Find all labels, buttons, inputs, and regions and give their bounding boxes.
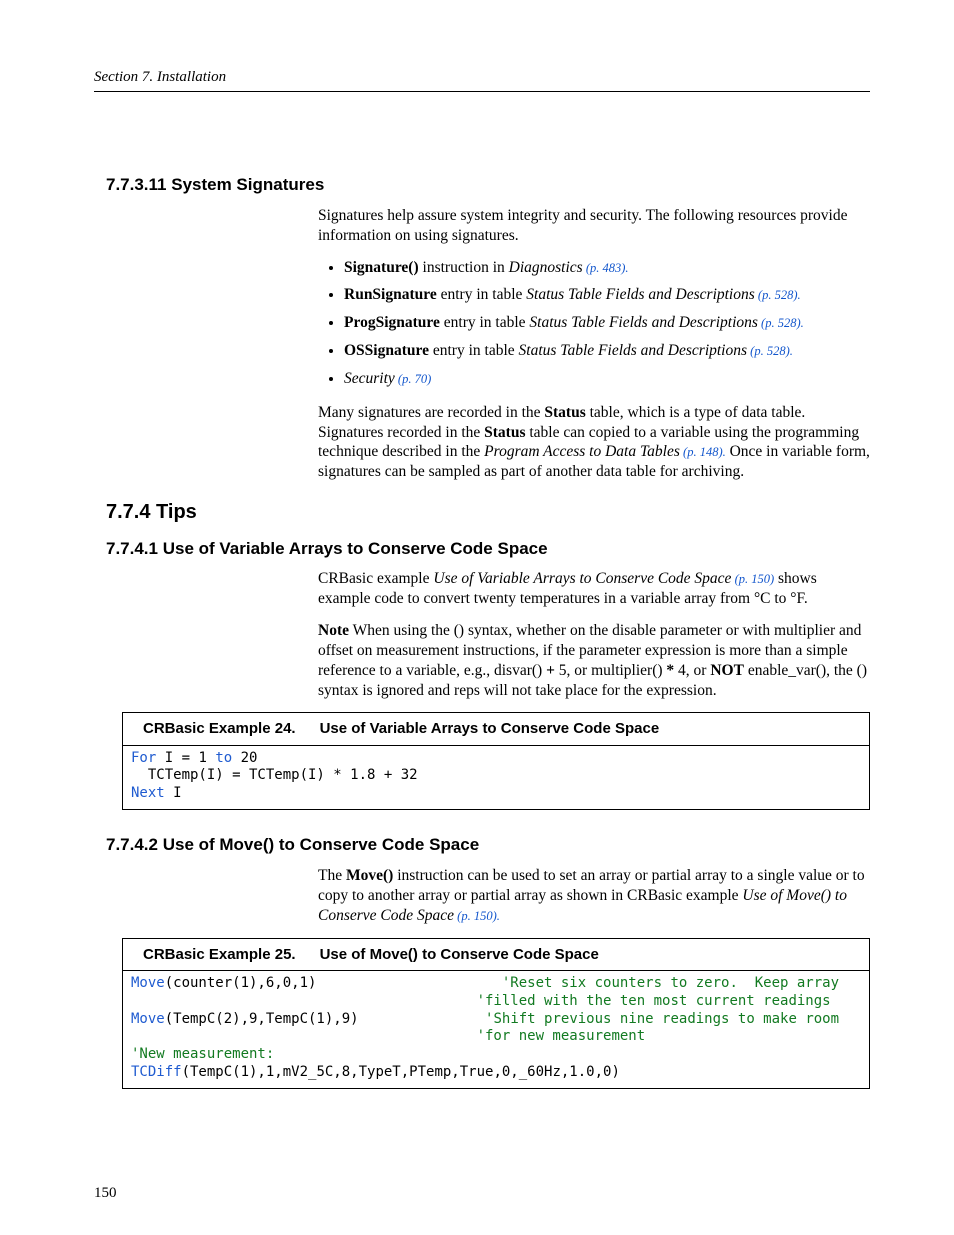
page-ref-link[interactable]: (p. 150).: [454, 909, 500, 923]
example25-titlebar: CRBasic Example 25. Use of Move() to Cons…: [123, 939, 869, 971]
var-arr-note: Note When using the () syntax, whether o…: [318, 621, 870, 700]
example24-titlebar: CRBasic Example 24. Use of Variable Array…: [123, 713, 869, 745]
sys-sig-after: Many signatures are recorded in the Stat…: [318, 403, 870, 482]
page-ref-link[interactable]: (p. 483).: [583, 261, 629, 275]
var-arr-p1: CRBasic example Use of Variable Arrays t…: [318, 569, 870, 609]
page-ref-link[interactable]: (p. 528).: [747, 344, 793, 358]
sys-sig-bullets: Signature() instruction in Diagnostics (…: [318, 258, 870, 389]
sys-sig-intro: Signatures help assure system integrity …: [318, 206, 870, 246]
bullet-security: Security (p. 70): [344, 369, 870, 389]
page-ref-link[interactable]: (p. 150): [731, 572, 774, 586]
crbasic-example-24: CRBasic Example 24. Use of Variable Array…: [122, 712, 870, 810]
heading-variable-arrays: 7.7.4.1 Use of Variable Arrays to Conser…: [106, 538, 870, 560]
section-move: The Move() instruction can be used to se…: [318, 866, 870, 925]
page-ref-link[interactable]: (p. 528).: [758, 316, 804, 330]
page-number: 150: [94, 1184, 117, 1203]
running-header: Section 7. Installation: [94, 68, 870, 92]
example25-code: Move(counter(1),6,0,1) 'Reset six counte…: [123, 971, 869, 1088]
bullet-progsignature: ProgSignature entry in table Status Tabl…: [344, 313, 870, 333]
bullet-signature-instruction: Signature() instruction in Diagnostics (…: [344, 258, 870, 278]
example24-label: CRBasic Example 24.: [143, 720, 296, 737]
example25-title: Use of Move() to Conserve Code Space: [320, 946, 599, 963]
bullet-ossignature: OSSignature entry in table Status Table …: [344, 341, 870, 361]
example24-code: For I = 1 to 20 TCTemp(I) = TCTemp(I) * …: [123, 746, 869, 810]
example25-label: CRBasic Example 25.: [143, 946, 296, 963]
bullet-runsignature: RunSignature entry in table Status Table…: [344, 285, 870, 305]
page-ref-link[interactable]: (p. 70): [395, 372, 431, 386]
heading-tips: 7.7.4 Tips: [106, 500, 870, 526]
document-page: Section 7. Installation 7.7.3.11 System …: [0, 0, 954, 1235]
example24-title: Use of Variable Arrays to Conserve Code …: [320, 720, 660, 737]
page-ref-link[interactable]: (p. 148).: [680, 445, 726, 459]
heading-move: 7.7.4.2 Use of Move() to Conserve Code S…: [106, 834, 870, 856]
section-variable-arrays: CRBasic example Use of Variable Arrays t…: [318, 569, 870, 700]
move-p1: The Move() instruction can be used to se…: [318, 866, 870, 925]
section-system-signatures: Signatures help assure system integrity …: [318, 206, 870, 482]
heading-system-signatures: 7.7.3.11 System Signatures: [106, 174, 870, 196]
crbasic-example-25: CRBasic Example 25. Use of Move() to Cons…: [122, 938, 870, 1090]
page-ref-link[interactable]: (p. 528).: [755, 288, 801, 302]
